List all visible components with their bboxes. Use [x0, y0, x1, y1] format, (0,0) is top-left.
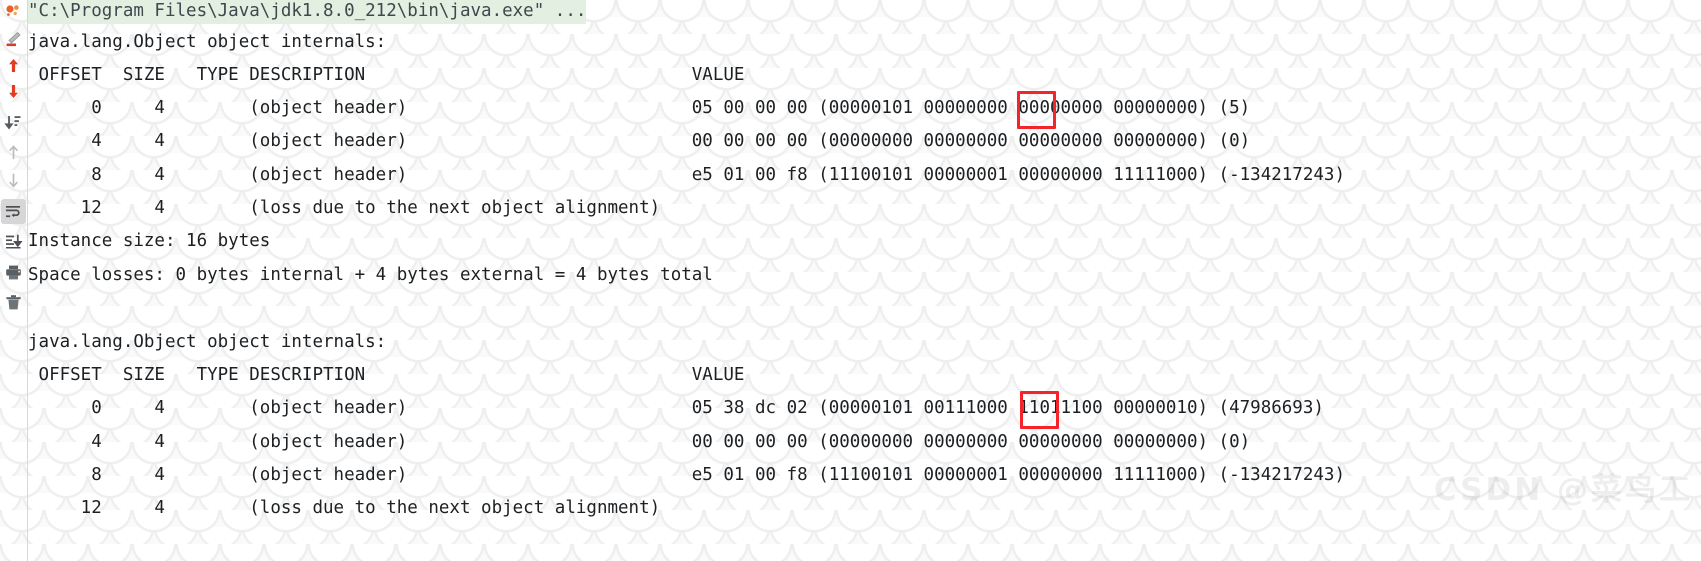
csdn-watermark: CSDN @菜鸟工: [1433, 472, 1693, 508]
block1-row-1: 4 4 (object header) 00 00 00 00 (0000000…: [28, 131, 1251, 151]
block2-row-2: 8 4 (object header) e5 01 00 f8 (1110010…: [28, 465, 1345, 485]
down-arrow-red-icon[interactable]: [1, 79, 26, 104]
scroll-to-end-icon[interactable]: [1, 229, 26, 254]
trash-icon[interactable]: [1, 290, 26, 315]
block1-row-3: 12 4 (loss due to the next object alignm…: [28, 198, 661, 218]
up-arrow-red-icon[interactable]: [1, 53, 26, 78]
console-command-line: "C:\Program Files\Java\jdk1.8.0_212\bin\…: [28, 0, 587, 24]
down-arrow-gray-icon[interactable]: [1, 168, 26, 193]
up-arrow-gray-icon[interactable]: [1, 140, 26, 165]
rerun-icon[interactable]: [1, 1, 26, 26]
print-icon[interactable]: [1, 260, 26, 285]
block1-instance-size: Instance size: 16 bytes: [28, 231, 271, 251]
redbox-lock-bits-2: [1020, 391, 1059, 429]
block1-row-2: 8 4 (object header) e5 01 00 f8 (1110010…: [28, 165, 1345, 185]
console-toolbar: [0, 0, 28, 561]
block1-column-header: OFFSET SIZE TYPE DESCRIPTION VALUE: [28, 65, 745, 85]
redbox-lock-bits-1: [1017, 91, 1056, 129]
console-window: "C:\Program Files\Java\jdk1.8.0_212\bin\…: [0, 0, 1701, 561]
block2-row-1: 4 4 (object header) 00 00 00 00 (0000000…: [28, 432, 1251, 452]
block2-column-header: OFFSET SIZE TYPE DESCRIPTION VALUE: [28, 365, 745, 385]
block2-heading: java.lang.Object object internals:: [28, 332, 387, 352]
wrap-text-icon[interactable]: [1, 199, 26, 224]
block2-row-3: 12 4 (loss due to the next object alignm…: [28, 498, 661, 518]
block1-space-losses: Space losses: 0 bytes internal + 4 bytes…: [28, 265, 713, 285]
soft-wrap-icon[interactable]: [1, 27, 26, 52]
command-line-text: "C:\Program Files\Java\jdk1.8.0_212\bin\…: [28, 0, 587, 24]
sort-descending-icon[interactable]: [1, 110, 26, 135]
block1-heading: java.lang.Object object internals:: [28, 32, 387, 52]
block1-row-0: 0 4 (object header) 05 00 00 00 (0000010…: [28, 98, 1251, 118]
block2-row-0: 0 4 (object header) 05 38 dc 02 (0000010…: [28, 398, 1324, 418]
